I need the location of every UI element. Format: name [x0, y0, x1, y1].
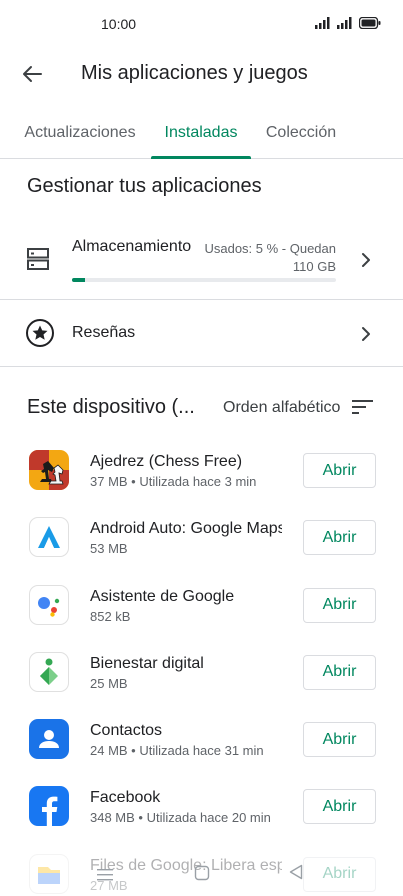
list-item[interactable]: Asistente de Google 852 kB Abrir: [0, 573, 403, 640]
list-item[interactable]: Bienestar digital 25 MB Abrir: [0, 640, 403, 707]
battery-icon: [359, 17, 381, 29]
open-button[interactable]: Abrir: [303, 587, 376, 623]
sort-icon[interactable]: [352, 399, 374, 415]
digital-wellbeing-icon: [29, 651, 69, 692]
storage-usage: Usados: 5 % - Quedan 110 GB: [200, 240, 336, 276]
app-name: Asistente de Google: [90, 587, 235, 605]
storage-progress-fill: [72, 278, 86, 282]
star-circle-icon: [26, 319, 54, 347]
app-meta: 53 MB: [90, 541, 128, 557]
open-button[interactable]: Abrir: [303, 789, 376, 825]
tab-label: Colección: [265, 124, 337, 141]
list-item[interactable]: Ajedrez (Chess Free) 37 MB • Utilizada h…: [0, 438, 403, 505]
chevron-right-icon: [362, 253, 370, 267]
list-item[interactable]: Facebook 348 MB • Utilizada hace 20 min …: [0, 774, 403, 841]
facebook-icon: [29, 786, 69, 827]
signal-icon: [337, 17, 352, 29]
status-icons: [315, 17, 381, 29]
back-nav-icon[interactable]: [289, 864, 303, 880]
app-name: Facebook: [90, 789, 161, 807]
page-title: Mis aplicaciones y juegos: [81, 62, 308, 84]
signal-icon: [315, 17, 330, 29]
sort-button[interactable]: Orden alfabético: [223, 399, 340, 417]
list-item[interactable]: Contactos 24 MB • Utilizada hace 31 min …: [0, 707, 403, 774]
storage-progress-bar: [72, 278, 336, 282]
app-meta: 348 MB • Utilizada hace 20 min: [90, 810, 271, 826]
menu-icon[interactable]: [97, 868, 113, 882]
status-bar: 10:00: [0, 0, 403, 48]
storage-row[interactable]: Almacenamiento Usados: 5 % - Quedan 110 …: [0, 222, 403, 298]
home-icon[interactable]: [194, 865, 210, 881]
app-meta: 852 kB: [90, 608, 131, 624]
divider: [0, 366, 403, 367]
reviews-row[interactable]: Reseñas: [0, 301, 403, 365]
back-button[interactable]: [14, 58, 50, 90]
app-meta: 25 MB: [90, 675, 128, 691]
app-name: Android Auto: Google Maps,: [90, 520, 282, 538]
device-section-title: Este dispositivo (...: [27, 396, 195, 418]
tab-bar: Actualizaciones Instaladas Colección: [0, 108, 403, 159]
installed-app-list: Ajedrez (Chess Free) 37 MB • Utilizada h…: [0, 438, 403, 896]
active-tab-indicator: [151, 156, 251, 159]
tab-coleccion[interactable]: Colección: [258, 108, 344, 158]
system-nav-bar: [0, 858, 403, 896]
storage-icon: [27, 248, 49, 270]
chess-icon: [29, 450, 69, 490]
list-item[interactable]: Android Auto: Google Maps, 53 MB Abrir: [0, 505, 403, 572]
app-meta: 37 MB • Utilizada hace 3 min: [90, 474, 257, 489]
tab-actualizaciones[interactable]: Actualizaciones: [16, 108, 144, 158]
android-auto-icon: [29, 517, 69, 558]
contacts-icon: [29, 719, 69, 760]
storage-label: Almacenamiento: [72, 238, 192, 255]
tab-instaladas[interactable]: Instaladas: [151, 108, 251, 159]
device-section-header: Este dispositivo (... Orden alfabético: [0, 388, 403, 428]
status-time: 10:00: [101, 16, 137, 32]
open-button[interactable]: Abrir: [303, 453, 376, 488]
open-button[interactable]: Abrir: [303, 722, 376, 758]
reviews-label: Reseñas: [72, 324, 136, 341]
chevron-right-icon: [362, 327, 370, 341]
app-name: Bienestar digital: [90, 654, 204, 672]
open-button[interactable]: Abrir: [303, 654, 376, 690]
top-app-bar: Mis aplicaciones y juegos: [0, 48, 403, 100]
storage-usage-line: Usados: 5 % - Quedan: [204, 241, 336, 256]
storage-usage-line: 110 GB: [292, 259, 336, 274]
google-assistant-icon: [29, 584, 69, 625]
app-name: Ajedrez (Chess Free): [90, 453, 243, 470]
manage-apps-title: Gestionar tus aplicaciones: [27, 175, 262, 197]
app-meta: 24 MB • Utilizada hace 31 min: [90, 743, 264, 759]
divider: [0, 299, 403, 300]
arrow-back-icon: [23, 66, 42, 82]
open-button[interactable]: Abrir: [303, 520, 376, 556]
app-name: Contactos: [90, 722, 163, 740]
tab-label: Actualizaciones: [24, 124, 136, 141]
tab-label: Instaladas: [164, 124, 238, 141]
